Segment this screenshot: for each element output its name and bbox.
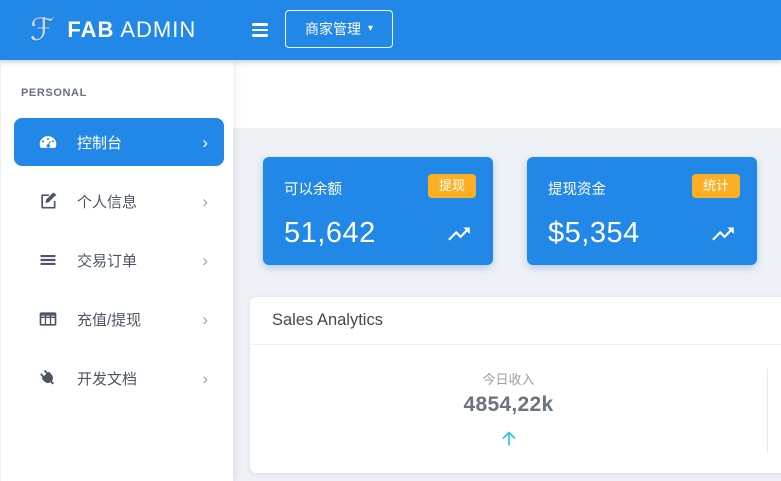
sales-analytics-card: Sales Analytics 今日收入 4854,22k xyxy=(250,297,781,473)
sidebar-item-label: 控制台 xyxy=(77,132,122,153)
merchant-management-label: 商家管理 xyxy=(305,19,361,39)
chevron-right-icon: › xyxy=(202,252,208,269)
stat-card-value: 51,642 xyxy=(284,217,376,250)
chevron-right-icon: › xyxy=(202,134,208,151)
chevron-right-icon: › xyxy=(202,193,208,210)
top-header: ℱ FABADMIN 商家管理 ▾ xyxy=(0,0,781,60)
sales-analytics-title: Sales Analytics xyxy=(250,297,781,345)
caret-down-icon: ▾ xyxy=(368,24,373,34)
list-bars-icon xyxy=(38,250,58,270)
arrow-up-icon xyxy=(250,428,767,453)
sidebar-item-label: 交易订单 xyxy=(77,250,137,271)
app-window: ℱ FABADMIN 商家管理 ▾ PERSONAL 控制台 › xyxy=(0,0,781,481)
chevron-right-icon: › xyxy=(202,311,208,328)
brand-logo[interactable]: ℱ FABADMIN xyxy=(0,0,233,60)
chevron-right-icon: › xyxy=(202,370,208,387)
stat-card-title: 可以余额 xyxy=(284,174,342,199)
page-header-strip xyxy=(233,60,781,128)
table-grid-icon xyxy=(38,309,58,329)
brand-name-light: ADMIN xyxy=(120,17,196,42)
sidebar-item-label: 个人信息 xyxy=(77,191,137,212)
sidebar: PERSONAL 控制台 › 个人信息 › 交易订单 xyxy=(0,60,233,481)
brand-logo-icon: ℱ xyxy=(30,15,54,46)
withdraw-badge-button[interactable]: 提现 xyxy=(428,174,476,198)
trending-up-icon xyxy=(710,221,736,247)
sidebar-section-label: PERSONAL xyxy=(21,87,233,99)
stat-card-title: 提现资金 xyxy=(548,174,606,199)
stats-badge-button[interactable]: 统计 xyxy=(692,174,740,198)
sidebar-item-label: 开发文档 xyxy=(77,368,137,389)
brand-name-bold: FAB xyxy=(67,17,114,42)
stat-card-balance: 可以余额 提现 51,642 xyxy=(263,157,493,265)
stat-card-value: $5,354 xyxy=(548,217,640,250)
plug-icon xyxy=(38,368,58,388)
sidebar-item-profile[interactable]: 个人信息 › xyxy=(14,177,224,225)
dashboard-gauge-icon xyxy=(38,132,58,152)
menu-toggle-icon[interactable] xyxy=(252,23,268,37)
sidebar-item-orders[interactable]: 交易订单 › xyxy=(14,236,224,284)
today-income-metric: 今日收入 4854,22k xyxy=(250,369,768,453)
stat-card-withdraw-funds: 提现资金 统计 $5,354 xyxy=(527,157,757,265)
trending-up-icon xyxy=(446,221,472,247)
sidebar-item-label: 充值/提现 xyxy=(77,309,141,330)
edit-pencil-square-icon xyxy=(38,191,58,211)
brand-name: FABADMIN xyxy=(67,17,196,43)
merchant-management-dropdown[interactable]: 商家管理 ▾ xyxy=(285,10,393,48)
metric-value: 4854,22k xyxy=(250,393,767,417)
metric-label: 今日收入 xyxy=(250,369,767,388)
sidebar-item-deposit-withdraw[interactable]: 充值/提现 › xyxy=(14,295,224,343)
sidebar-nav: 控制台 › 个人信息 › 交易订单 › xyxy=(1,118,233,402)
sidebar-item-dev-docs[interactable]: 开发文档 › xyxy=(14,354,224,402)
sidebar-item-dashboard[interactable]: 控制台 › xyxy=(14,118,224,166)
